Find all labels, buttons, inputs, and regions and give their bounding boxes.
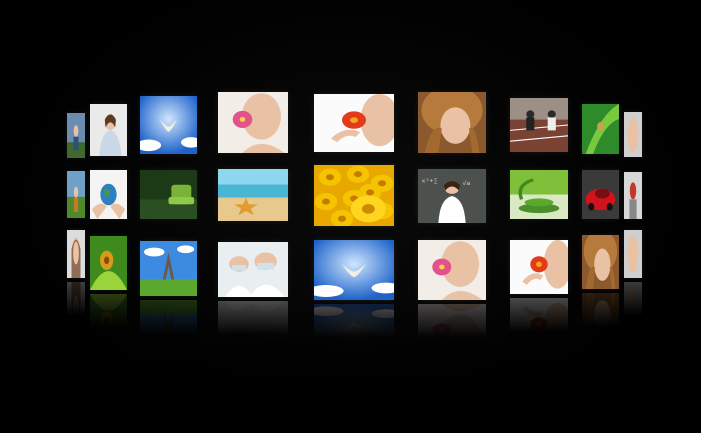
photo-tile-portrait-edge[interactable] bbox=[624, 230, 642, 278]
photo-tile-dove-in-blue-sky[interactable] bbox=[314, 240, 394, 300]
photo-tile-woman-with-pink-flower[interactable] bbox=[218, 92, 288, 153]
svg-text:√a: √a bbox=[462, 181, 471, 187]
photo-tile-woman-with-curly-hair[interactable] bbox=[582, 235, 619, 289]
tile-reflection bbox=[510, 298, 568, 346]
tile-reflection bbox=[582, 293, 619, 341]
photo-tile-green-leaf-closeup[interactable] bbox=[582, 104, 619, 154]
photo-tile-green-armchair[interactable] bbox=[140, 170, 197, 219]
photo-tile-woman-with-documents[interactable] bbox=[90, 104, 127, 156]
photo-tile-woman-portrait[interactable] bbox=[67, 230, 85, 278]
tile-reflection bbox=[90, 294, 127, 342]
tile-reflection bbox=[140, 300, 197, 348]
photo-tile-dove-in-blue-sky[interactable] bbox=[140, 96, 197, 154]
tile-reflection bbox=[218, 301, 288, 349]
photo-tile-hands-holding-globe[interactable] bbox=[90, 170, 127, 219]
photo-tile-portrait-edge[interactable] bbox=[624, 112, 642, 157]
photo-tile-starfish-on-beach[interactable] bbox=[218, 169, 288, 221]
photo-tile-woman-blowing-red-flower[interactable] bbox=[510, 240, 568, 294]
photo-tile-woman-with-pink-flower[interactable] bbox=[418, 240, 486, 300]
photo-tile-woman-with-curly-hair[interactable] bbox=[418, 92, 486, 153]
photo-tile-people-edge[interactable] bbox=[624, 172, 642, 219]
photo-tile-yellow-flowers[interactable] bbox=[314, 165, 394, 226]
photo-tile-person-on-grass[interactable] bbox=[67, 171, 85, 218]
tile-reflection bbox=[314, 304, 394, 352]
tile-reflection bbox=[418, 304, 486, 352]
photo-tile-woman-blowing-red-flower[interactable] bbox=[314, 94, 394, 152]
photo-tile-doctors-in-masks[interactable] bbox=[218, 242, 288, 297]
photo-tile-person-at-desk[interactable] bbox=[67, 113, 85, 158]
photo-tile-yellow-flower-on-green[interactable] bbox=[90, 236, 127, 290]
video-wall: x²+∑ √a bbox=[0, 0, 701, 433]
tile-reflection bbox=[67, 282, 85, 330]
photo-tile-runners-at-start-line[interactable] bbox=[510, 98, 568, 152]
photo-tile-eiffel-tower[interactable] bbox=[140, 241, 197, 296]
svg-text:x²+∑: x²+∑ bbox=[421, 178, 438, 184]
photo-tile-woman-at-chalkboard[interactable]: x²+∑ √a bbox=[418, 169, 486, 223]
photo-tile-red-car[interactable] bbox=[582, 170, 619, 219]
tile-reflection bbox=[624, 282, 642, 330]
photo-tile-green-spa-stones[interactable] bbox=[510, 170, 568, 219]
